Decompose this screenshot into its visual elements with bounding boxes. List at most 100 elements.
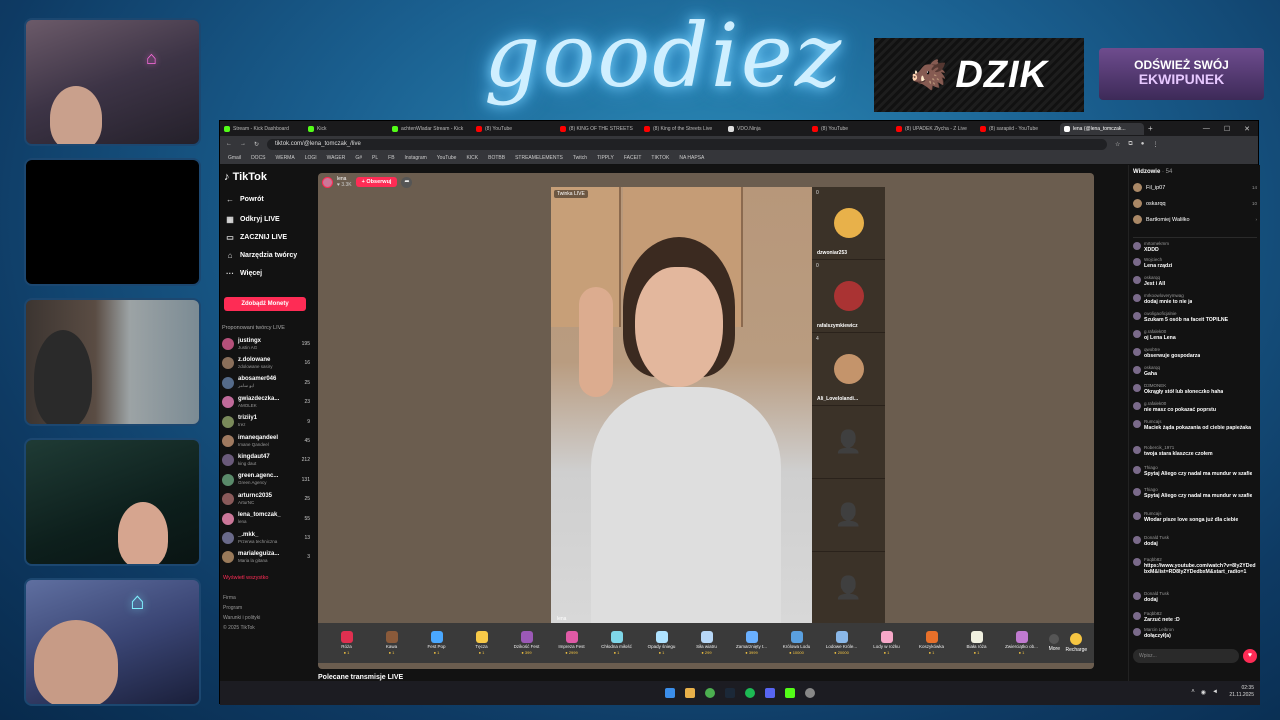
- bookmark-item[interactable]: TIPPLY: [597, 155, 614, 161]
- gift-item[interactable]: Zamarznięty t... ● 3999: [729, 631, 774, 655]
- kick-icon[interactable]: [785, 688, 795, 698]
- recharge-button[interactable]: Recharge: [1065, 633, 1088, 653]
- bookmark-item[interactable]: BOTBB: [488, 155, 505, 161]
- footer-link[interactable]: Program: [223, 605, 242, 611]
- obs-icon[interactable]: [805, 688, 815, 698]
- suggested-creator[interactable]: green.agenc... Green Agency 131: [222, 471, 310, 489]
- chrome-icon[interactable]: [705, 688, 715, 698]
- gift-item[interactable]: Siła wiatru ● 299: [684, 631, 729, 655]
- bookmark-item[interactable]: PL: [372, 155, 378, 161]
- gift-item[interactable]: Tęcza ● 1: [459, 631, 504, 655]
- gift-item[interactable]: Impreza Fest ● 2999: [549, 631, 594, 655]
- chat-input[interactable]: Wpisz...: [1133, 649, 1239, 663]
- browser-tab[interactable]: VDO.Ninja: [724, 123, 808, 135]
- share-icon[interactable]: ➦: [401, 176, 413, 188]
- follow-button[interactable]: + Obserwuj: [355, 177, 398, 187]
- bookmark-item[interactable]: WAGER: [327, 155, 346, 161]
- suggested-creator[interactable]: triziiy1 trez 9: [222, 413, 310, 431]
- more-gifts-button[interactable]: More: [1044, 634, 1065, 652]
- suggested-creator[interactable]: _.mkk_ Przerwa techniczna 13: [222, 529, 310, 547]
- browser-tab[interactable]: Kick: [304, 123, 388, 135]
- browser-tab[interactable]: Stream - Kick Dashboard: [220, 123, 304, 135]
- url-field[interactable]: tiktok.com/@lena_tomczak_/live: [267, 138, 1108, 150]
- menu-icon[interactable]: ⋮: [1152, 141, 1158, 148]
- guest-slot[interactable]: 👤: [812, 479, 885, 552]
- footer-link[interactable]: Warunki i polityki: [223, 615, 260, 621]
- gift-item[interactable]: Chłodna miłość ● 1: [594, 631, 639, 655]
- bookmark-item[interactable]: G#: [355, 155, 362, 161]
- explorer-icon[interactable]: [685, 688, 695, 698]
- guest-slot[interactable]: 0 rafalszymkiewicz: [812, 260, 885, 333]
- sidebar-nav-item[interactable]: ← Powrót: [226, 195, 264, 204]
- browser-tab[interactable]: lena (@lena_tomczak...: [1060, 122, 1144, 135]
- browser-tab[interactable]: (8) King of the Streets Live: [640, 123, 724, 135]
- sidebar-nav-item[interactable]: ▦ Odkryj LIVE: [226, 215, 279, 224]
- suggested-creator[interactable]: justingx Justin AG 195: [222, 335, 310, 353]
- top-viewer[interactable]: Fil_ip07 14: [1133, 183, 1257, 192]
- new-tab-button[interactable]: +: [1144, 124, 1157, 133]
- profile-icon[interactable]: ●: [1141, 141, 1145, 147]
- bookmark-item[interactable]: TIKTOK: [651, 155, 669, 161]
- reload-icon[interactable]: ↻: [254, 141, 259, 148]
- gift-item[interactable]: Róża ● 1: [324, 631, 369, 655]
- forward-icon[interactable]: →: [240, 141, 246, 147]
- viewers-header[interactable]: Widzowie · 54: [1133, 169, 1172, 175]
- show-all-link[interactable]: Wyświetl wszystko: [223, 575, 268, 581]
- footer-link[interactable]: Firma: [223, 595, 236, 601]
- browser-tab[interactable]: (8) UPADEK Złycha - Z Live: [892, 123, 976, 135]
- bookmark-item[interactable]: FACEIT: [624, 155, 642, 161]
- guest-slot[interactable]: 0 dzwoniar253: [812, 187, 885, 260]
- gift-item[interactable]: Królowa Lodu ● 10000: [774, 631, 819, 655]
- browser-tab[interactable]: (8) sarapiid - YouTube: [976, 123, 1060, 135]
- sidebar-nav-item[interactable]: ▭ ZACZNIJ LIVE: [226, 233, 287, 242]
- close-icon[interactable]: ✕: [1244, 125, 1250, 133]
- guest-slot[interactable]: 👤: [812, 406, 885, 479]
- volume-icon[interactable]: ◄: [1212, 689, 1218, 696]
- bookmark-item[interactable]: DOCS: [251, 155, 265, 161]
- steam-icon[interactable]: [725, 688, 735, 698]
- gift-item[interactable]: Dzikość Fest ● 399: [504, 631, 549, 655]
- minimize-icon[interactable]: —: [1203, 125, 1210, 133]
- host-avatar[interactable]: [322, 176, 333, 188]
- suggested-creator[interactable]: gwiazdeczka... AMOLEK 23: [222, 393, 310, 411]
- get-coins-button[interactable]: Zdobądź Monety: [224, 297, 306, 311]
- clock[interactable]: 02:35 21.11.2025: [1229, 685, 1254, 699]
- suggested-creator[interactable]: z.dolowane zdolowane sasiry 16: [222, 354, 310, 372]
- guest-slot[interactable]: 👤: [812, 552, 885, 625]
- browser-tab[interactable]: (8) KING OF THE STREETS: [556, 123, 640, 135]
- bookmark-item[interactable]: Gmail: [228, 155, 241, 161]
- back-icon[interactable]: ←: [226, 141, 232, 147]
- suggested-creator[interactable]: lena_tomczak_ lena 55: [222, 510, 310, 528]
- suggested-creator[interactable]: kingdaut47 king daut 212: [222, 451, 310, 469]
- maximize-icon[interactable]: ☐: [1224, 125, 1230, 133]
- sidebar-nav-item[interactable]: ⌂ Narzędzia twórcy: [226, 251, 298, 260]
- chevron-up-icon[interactable]: ˄: [1191, 689, 1195, 696]
- gift-item[interactable]: Koszykówka ● 1: [909, 631, 954, 655]
- start-icon[interactable]: [665, 688, 675, 698]
- browser-tab[interactable]: (8) YouTube: [472, 123, 556, 135]
- suggested-creator[interactable]: marialeguiza... Maria la gitana 3: [222, 548, 310, 566]
- discord-icon[interactable]: [765, 688, 775, 698]
- top-viewer[interactable]: oskarqq 10: [1133, 199, 1257, 208]
- network-icon[interactable]: ◉: [1201, 689, 1206, 696]
- gift-item[interactable]: Kawa ● 1: [369, 631, 414, 655]
- gift-item[interactable]: Zwierciątko ob... ● 1: [999, 631, 1044, 655]
- top-viewer[interactable]: Bartłomiej Waliłko ›: [1133, 215, 1257, 224]
- bookmark-item[interactable]: WERMA: [276, 155, 295, 161]
- bookmark-item[interactable]: NA HAPSA: [679, 155, 704, 161]
- bookmark-item[interactable]: FB: [388, 155, 394, 161]
- bookmark-star-icon[interactable]: ☆: [1115, 141, 1120, 148]
- bookmark-item[interactable]: Instagram: [405, 155, 427, 161]
- gift-item[interactable]: Lodowe Króle... ● 20000: [819, 631, 864, 655]
- suggested-creator[interactable]: imaneqandeel Imane Qandeel 45: [222, 432, 310, 450]
- suggested-creator[interactable]: abosamer046 ابو سامر 25: [222, 374, 310, 392]
- sidebar-nav-item[interactable]: ··· Więcej: [226, 269, 262, 278]
- main-video[interactable]: Twinka LIVE lena: [551, 187, 812, 625]
- bookmark-item[interactable]: Twitch: [573, 155, 587, 161]
- browser-tab[interactable]: achtenWladar Stream - Kick: [388, 123, 472, 135]
- gift-item[interactable]: Biała róża ● 1: [954, 631, 999, 655]
- browser-tab[interactable]: (8) YouTube: [808, 123, 892, 135]
- bookmark-item[interactable]: LOGI: [305, 155, 317, 161]
- tiktok-logo[interactable]: ♪ TikTok: [224, 171, 267, 183]
- extensions-icon[interactable]: ⧉: [1128, 141, 1132, 148]
